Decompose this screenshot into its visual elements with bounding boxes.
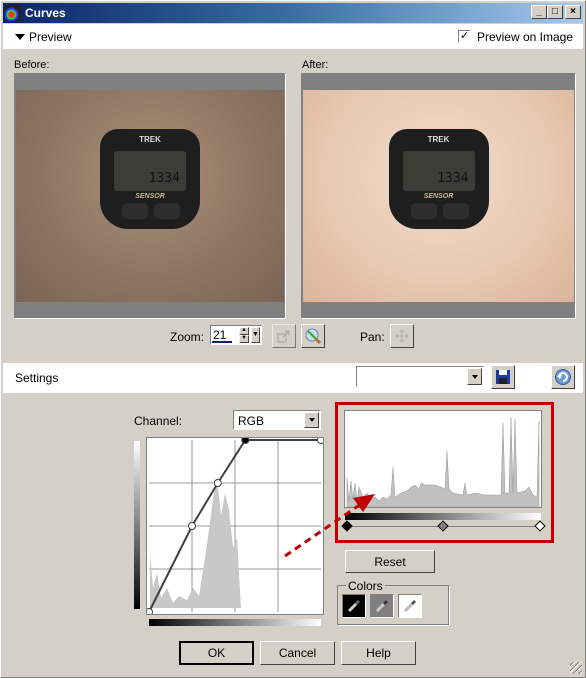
- device-digits: 1334: [148, 171, 180, 187]
- window-title: Curves: [25, 6, 66, 20]
- zoom-to-fit-button[interactable]: [272, 324, 296, 348]
- title-bar[interactable]: Curves _ □ ×: [3, 3, 583, 23]
- after-preview[interactable]: TREK 1334 SENSOR: [301, 73, 576, 319]
- reset-button[interactable]: Reset: [345, 550, 435, 573]
- pan-move-icon: [395, 329, 409, 343]
- before-label: Before:: [14, 59, 50, 71]
- curve-control-point[interactable]: [145, 608, 153, 616]
- channel-dropdown-button[interactable]: [304, 412, 319, 428]
- device-photo: TREK 1334 SENSOR: [388, 129, 489, 230]
- preset-dropdown-button[interactable]: [467, 368, 482, 385]
- zoom-progress: [212, 341, 232, 343]
- device-sensor: SENSOR: [135, 193, 165, 201]
- channel-select[interactable]: RGB: [233, 410, 321, 430]
- curves-dialog: Curves _ □ × Preview ✓ Preview on Image …: [0, 0, 586, 678]
- device-button-right: [442, 203, 469, 220]
- checkmark-icon: ✓: [459, 30, 470, 42]
- help-button[interactable]: Help: [341, 641, 416, 665]
- preview-on-image-label: Preview on Image: [476, 29, 573, 44]
- resize-grip[interactable]: [570, 662, 582, 674]
- zoom-up-button[interactable]: ▲: [239, 327, 249, 335]
- curve-control-point[interactable]: [188, 522, 196, 530]
- input-gradient-bar: [149, 619, 321, 626]
- device-digits: 1334: [437, 171, 469, 187]
- save-preset-button[interactable]: [491, 365, 515, 389]
- zoom-down-button[interactable]: ▼: [239, 335, 249, 343]
- preview-header: Preview ✓ Preview on Image: [3, 24, 583, 49]
- black-eyedropper-button[interactable]: [342, 594, 366, 618]
- preset-combo[interactable]: [356, 366, 484, 387]
- device-button-left: [410, 203, 437, 220]
- reset-defaults-button[interactable]: [551, 365, 575, 389]
- minimize-icon: _: [536, 6, 542, 17]
- close-icon: ×: [570, 6, 576, 17]
- output-gradient-bar: [134, 441, 140, 609]
- zoom-label: Zoom:: [170, 330, 205, 344]
- device-sensor: SENSOR: [423, 193, 454, 201]
- pan-label: Pan:: [360, 330, 385, 344]
- zoom-disable-button[interactable]: [301, 324, 325, 348]
- zoom-dropdown-button[interactable]: ▼: [251, 327, 260, 343]
- minimize-button[interactable]: _: [531, 5, 547, 19]
- settings-bar: Settings: [3, 363, 583, 393]
- channel-value: RGB: [238, 414, 265, 428]
- preview-label: Preview: [29, 29, 72, 44]
- curve-control-point[interactable]: [241, 436, 250, 444]
- chevron-down-icon: [471, 374, 478, 379]
- channel-label: Channel:: [134, 414, 183, 428]
- gray-eyedropper-button[interactable]: [370, 594, 394, 618]
- curve-control-point[interactable]: [213, 479, 222, 487]
- zoom-toolbar: Zoom: 21 ▲ ▼ ▼ Pan:: [1, 324, 586, 348]
- after-label: After:: [302, 59, 329, 71]
- preview-on-image-checkbox[interactable]: ✓: [457, 30, 471, 43]
- eyedropper-icon: [347, 599, 361, 613]
- curve-control-point[interactable]: [317, 436, 325, 444]
- collapse-arrow-icon: [15, 33, 25, 40]
- colors-group: Colors: [337, 579, 449, 625]
- before-image: TREK 1334 SENSOR: [16, 90, 284, 302]
- zoom-spinner[interactable]: 21 ▲ ▼ ▼: [210, 325, 262, 345]
- device-button-right: [154, 203, 180, 220]
- preview-on-image-option[interactable]: ✓ Preview on Image: [457, 29, 573, 44]
- device-lcd: 1334: [114, 151, 186, 192]
- eyedropper-icon: [375, 599, 389, 613]
- white-eyedropper-button[interactable]: [398, 594, 422, 618]
- save-preset-icon: [496, 370, 510, 384]
- device-lcd: 1334: [402, 151, 475, 192]
- device-brand: TREK: [139, 135, 161, 145]
- settings-label: Settings: [15, 371, 59, 385]
- pan-button[interactable]: [390, 324, 414, 348]
- before-preview[interactable]: TREK 1334 SENSOR: [14, 73, 286, 319]
- ok-button[interactable]: OK: [179, 641, 254, 665]
- zoom-value[interactable]: 21: [213, 328, 226, 342]
- app-icon: [5, 5, 21, 21]
- colors-label: Colors: [346, 579, 385, 593]
- maximize-button[interactable]: □: [547, 5, 563, 19]
- after-image: TREK 1334 SENSOR: [303, 90, 574, 302]
- maximize-icon: □: [551, 6, 559, 17]
- preview-toggle[interactable]: Preview: [15, 30, 72, 44]
- reset-defaults-icon: [555, 369, 571, 385]
- close-button[interactable]: ×: [565, 5, 581, 19]
- curve-histogram: [150, 478, 241, 608]
- cancel-button[interactable]: Cancel: [260, 641, 335, 665]
- device-photo: TREK 1334 SENSOR: [100, 129, 200, 230]
- zoom-to-fit-icon: [277, 330, 290, 343]
- chevron-down-icon: [308, 418, 315, 422]
- device-button-left: [122, 203, 148, 220]
- zoom-disable-icon: [305, 328, 322, 345]
- device-brand: TREK: [427, 135, 450, 145]
- eyedropper-icon: [403, 599, 417, 613]
